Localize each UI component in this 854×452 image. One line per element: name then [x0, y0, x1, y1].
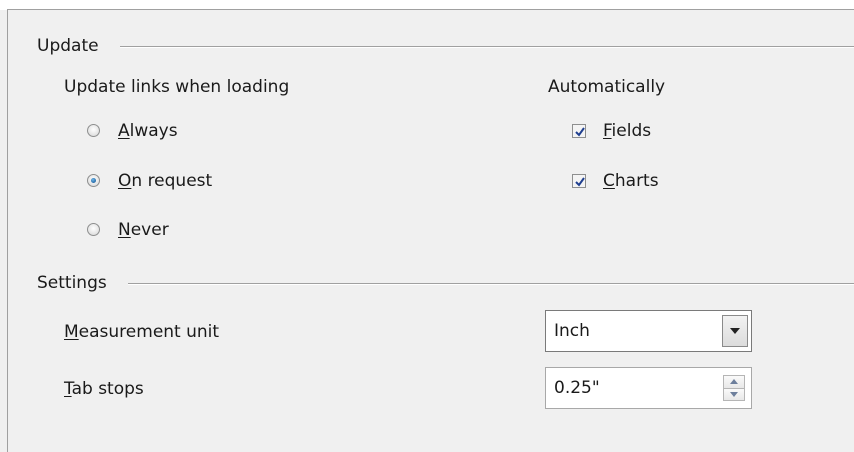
checkbox-fields-label[interactable]: Fields [603, 120, 651, 142]
arrow-down-icon [730, 391, 738, 397]
check-mark-icon [575, 127, 585, 137]
spin-buttons [723, 375, 745, 401]
spin-down-button[interactable] [723, 388, 745, 401]
checkbox-fields-box[interactable] [572, 124, 586, 138]
tab-stops-label: Tab stops [64, 379, 144, 399]
settings-section-rule [128, 283, 854, 285]
spin-up-button[interactable] [723, 375, 745, 389]
tab-stops-spinbox[interactable]: 0.25" [545, 367, 752, 409]
radio-never-circle[interactable] [87, 223, 100, 236]
measurement-unit-value: Inch [554, 321, 590, 341]
update-section-rule [120, 46, 854, 48]
radio-always-circle[interactable] [87, 124, 100, 137]
checkbox-charts-label[interactable]: Charts [603, 170, 659, 192]
combo-dropdown-button[interactable] [722, 315, 748, 347]
tab-stops-value[interactable]: 0.25" [554, 377, 600, 399]
measurement-unit-label: Measurement unit [64, 322, 220, 342]
automatically-label: Automatically [548, 77, 666, 97]
panel-top-border [7, 9, 854, 10]
options-panel: Update Update links when loading Always … [0, 0, 854, 452]
measurement-unit-select[interactable]: Inch [545, 310, 752, 352]
check-mark-icon [575, 177, 585, 187]
settings-section-title: Settings [37, 273, 107, 293]
panel-left-border [7, 9, 8, 452]
update-links-label: Update links when loading [64, 77, 290, 97]
radio-never-label[interactable]: Never [118, 219, 169, 241]
radio-on-request-circle[interactable] [87, 174, 100, 187]
chevron-down-icon [730, 328, 740, 334]
radio-on-request-label[interactable]: On request [118, 170, 212, 192]
update-section-title: Update [37, 36, 99, 56]
radio-always-label[interactable]: Always [118, 120, 178, 142]
arrow-up-icon [730, 379, 738, 385]
checkbox-charts-box[interactable] [572, 174, 586, 188]
